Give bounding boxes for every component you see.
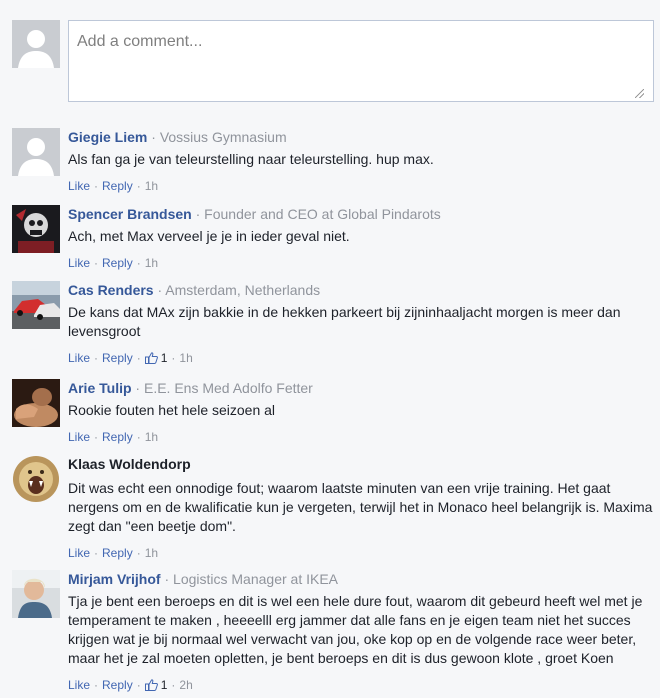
avatar[interactable] bbox=[12, 379, 60, 427]
thumbs-up-icon bbox=[144, 679, 158, 691]
comment-text: De kans dat MAx zijn bakkie in de hekken… bbox=[68, 304, 621, 339]
reply-link[interactable]: Reply bbox=[102, 546, 133, 560]
author-affiliation: Logistics Manager at IKEA bbox=[173, 571, 339, 587]
reply-link[interactable]: Reply bbox=[102, 351, 133, 365]
reply-link[interactable]: Reply bbox=[102, 256, 133, 270]
comment-text: Tja je bent een beroeps en dit is wel ee… bbox=[68, 593, 643, 666]
resize-grip-icon[interactable] bbox=[635, 89, 644, 98]
current-user-avatar bbox=[12, 20, 60, 68]
avatar[interactable] bbox=[12, 205, 60, 253]
author-affiliation: E.E. Ens Med Adolfo Fetter bbox=[143, 380, 313, 396]
thumbs-up-icon bbox=[144, 352, 158, 364]
author-affiliation: Vossius Gymnasium bbox=[159, 129, 287, 145]
avatar[interactable] bbox=[12, 128, 60, 176]
like-link[interactable]: Like bbox=[68, 256, 90, 270]
like-link[interactable]: Like bbox=[68, 351, 90, 365]
like-link[interactable]: Like bbox=[68, 430, 90, 444]
author-affiliation: Amsterdam, Netherlands bbox=[165, 282, 321, 298]
comment-time[interactable]: 1h bbox=[145, 256, 158, 270]
author-name[interactable]: Klaas Woldendorp bbox=[68, 456, 191, 472]
reply-link[interactable]: Reply bbox=[102, 430, 133, 444]
like-link[interactable]: Like bbox=[68, 179, 90, 193]
comment-text: Als fan ga je van teleurstelling naar te… bbox=[68, 151, 434, 167]
author-name[interactable]: Mirjam Vrijhof bbox=[68, 571, 161, 587]
comment-time[interactable]: 1h bbox=[145, 179, 158, 193]
author-name[interactable]: Cas Renders bbox=[68, 282, 154, 298]
comment-text: Ach, met Max verveel je je in ieder geva… bbox=[68, 228, 350, 244]
comment-text: Rookie fouten het hele seizoen al bbox=[68, 402, 276, 418]
reply-link[interactable]: Reply bbox=[102, 678, 133, 692]
reply-link[interactable]: Reply bbox=[102, 179, 133, 193]
comment-text: Dit was echt een onnodige fout; waarom l… bbox=[68, 480, 653, 534]
author-name[interactable]: Arie Tulip bbox=[68, 380, 132, 396]
avatar[interactable] bbox=[12, 281, 60, 329]
comment-time[interactable]: 1h bbox=[145, 430, 158, 444]
comment-composer bbox=[12, 20, 654, 104]
like-link[interactable]: Like bbox=[68, 678, 90, 692]
comment-time[interactable]: 2h bbox=[179, 678, 192, 692]
author-name[interactable]: Spencer Brandsen bbox=[68, 206, 192, 222]
avatar[interactable] bbox=[12, 455, 60, 503]
comment-input[interactable] bbox=[68, 20, 654, 102]
avatar[interactable] bbox=[12, 570, 60, 618]
comment-time[interactable]: 1h bbox=[145, 546, 158, 560]
author-affiliation: Founder and CEO at Global Pindarots bbox=[204, 206, 441, 222]
author-name[interactable]: Giegie Liem bbox=[68, 129, 147, 145]
comment-time[interactable]: 1h bbox=[179, 351, 192, 365]
like-link[interactable]: Like bbox=[68, 546, 90, 560]
